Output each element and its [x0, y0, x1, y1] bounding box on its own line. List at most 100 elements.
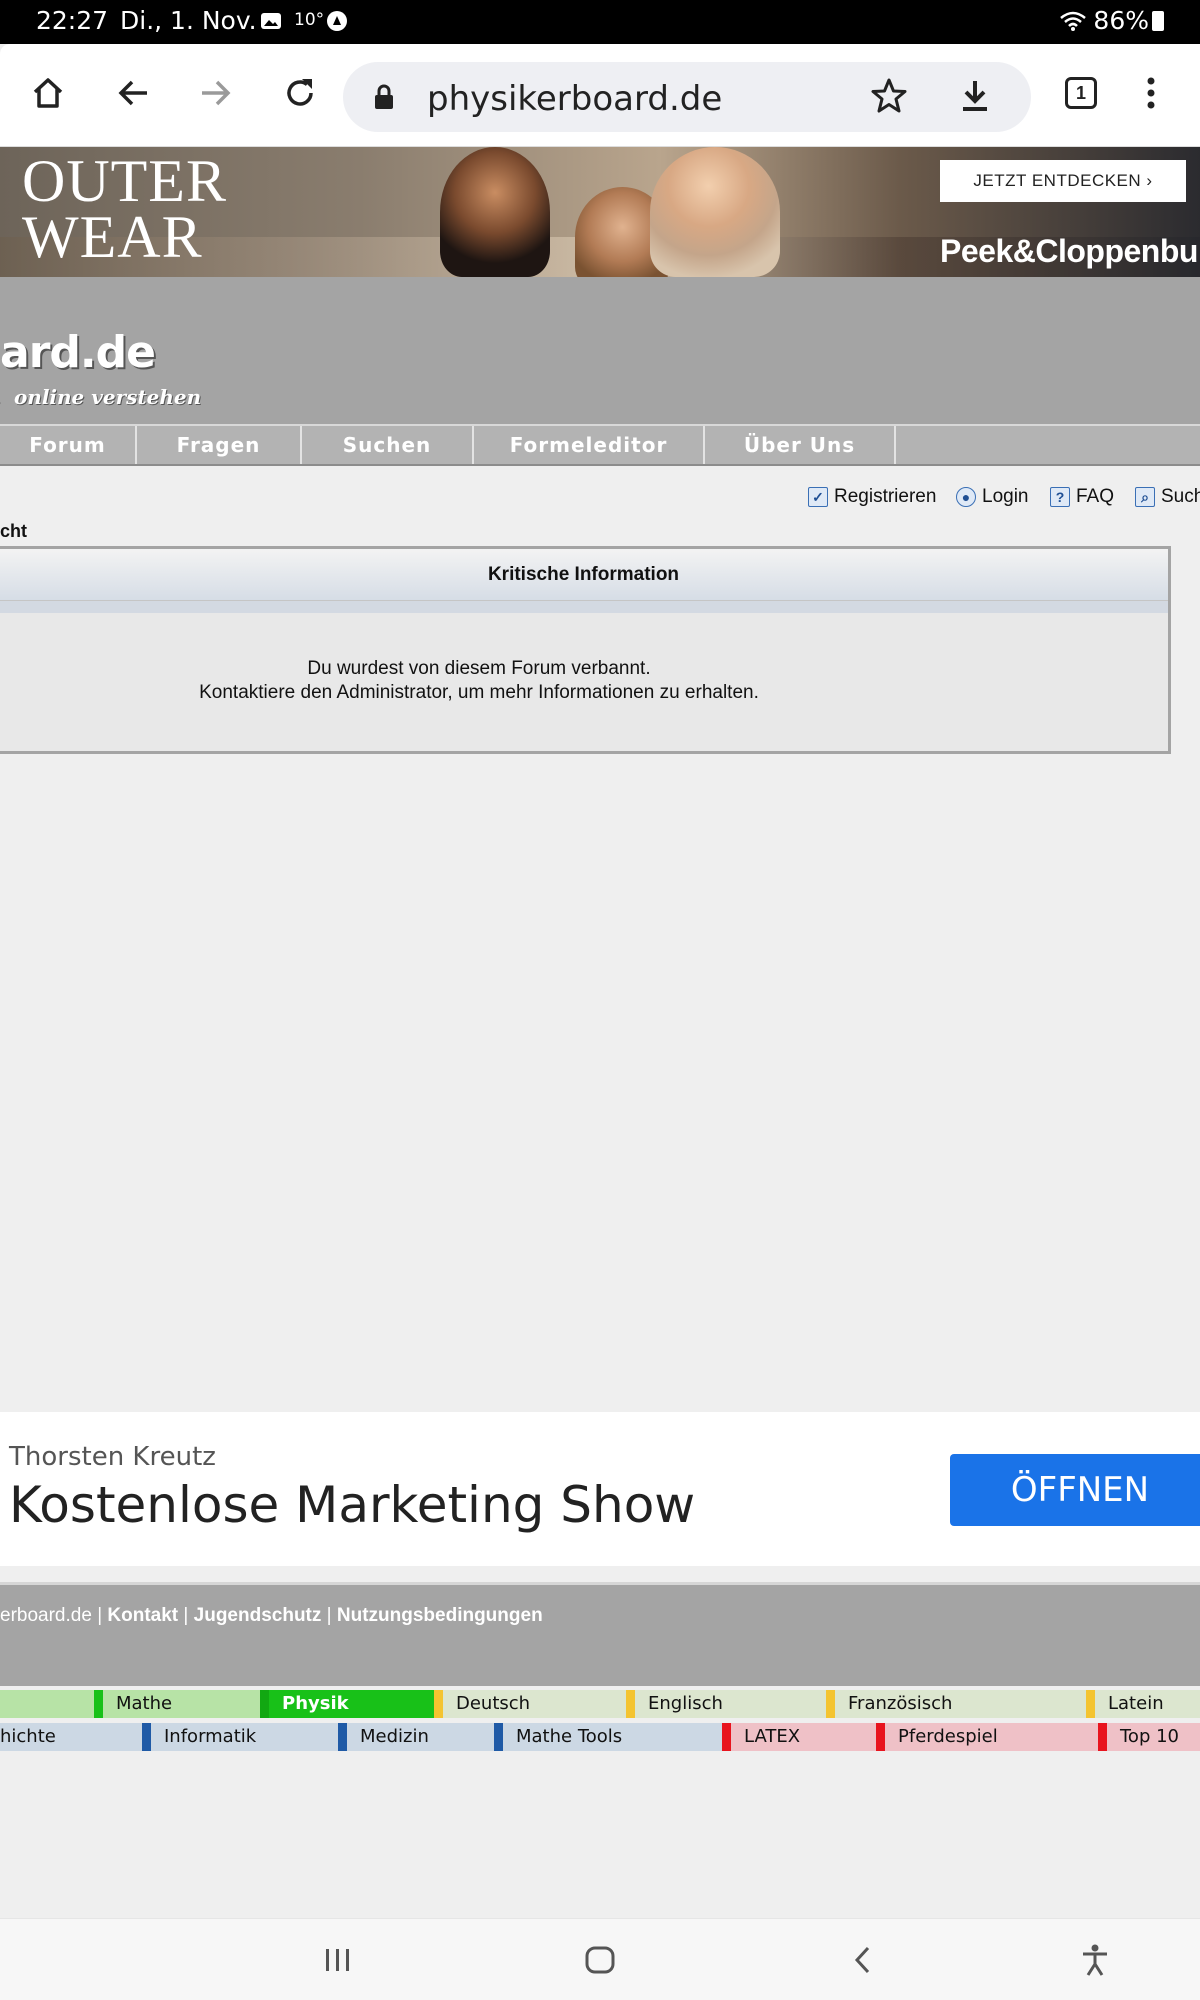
home-nav-icon[interactable]	[575, 1937, 625, 1983]
search-label: Such	[1161, 486, 1200, 507]
battery-percent: 86%	[1093, 6, 1149, 35]
subject-boards: Mathe Physik Deutsch Englisch Französisc…	[0, 1690, 1200, 1752]
ad-banner[interactable]: OUTER WEAR JETZT ENTDECKEN › Peek&Cloppe…	[0, 147, 1200, 277]
footer-jugendschutz-link[interactable]: Jugendschutz	[194, 1605, 322, 1626]
android-nav-bar	[0, 1918, 1200, 2000]
subject-label: Mathe Tools	[516, 1726, 623, 1747]
forward-icon[interactable]	[193, 70, 239, 116]
back-nav-icon[interactable]	[838, 1937, 888, 1983]
subject-label: Mathe	[116, 1693, 173, 1714]
tabs-icon[interactable]: 1	[1058, 70, 1104, 116]
subject-mathe-tools[interactable]: Mathe Tools	[494, 1723, 722, 1751]
panel-title: Kritische Information	[0, 549, 1168, 601]
footer-site-link[interactable]: erboard.de	[0, 1605, 92, 1626]
checkbox-icon: ✓	[808, 487, 828, 507]
subject-partial-row1	[0, 1690, 94, 1718]
address-bar[interactable]: physikerboard.de	[343, 62, 1031, 132]
nav-suchen[interactable]: Suchen	[302, 426, 474, 464]
status-battery: 86%	[1093, 6, 1164, 35]
subject-label: LATEX	[744, 1726, 801, 1747]
footer-separator: |	[183, 1605, 189, 1626]
nav-fragen[interactable]: Fragen	[137, 426, 302, 464]
register-link[interactable]: ✓ Registrieren	[808, 486, 936, 508]
footer-separator: |	[97, 1605, 103, 1626]
subject-top-10[interactable]: Top 10	[1098, 1723, 1200, 1751]
menu-icon[interactable]	[1128, 70, 1174, 116]
subject-color-bar	[494, 1723, 503, 1751]
headline-line-2: WEAR	[22, 204, 203, 270]
register-label: Registrieren	[834, 486, 937, 507]
ban-message: Du wurdest von diesem Forum verbannt.	[307, 658, 651, 679]
footer-separator: |	[326, 1605, 332, 1626]
banner-brand-logo: Peek&Cloppenburg	[940, 233, 1200, 269]
search-link[interactable]: ⌕ Such	[1135, 486, 1200, 508]
footer-kontakt-link[interactable]: Kontakt	[107, 1605, 178, 1626]
login-link[interactable]: ● Login	[956, 486, 1029, 508]
subject-color-bar	[434, 1690, 443, 1718]
recents-icon[interactable]	[313, 1937, 363, 1983]
subject-pferdespiel[interactable]: Pferdespiel	[876, 1723, 1098, 1751]
subject-latex[interactable]: LATEX	[722, 1723, 876, 1751]
status-time: 22:27	[36, 6, 109, 35]
subject-color-bar	[260, 1690, 269, 1718]
subject-label: Medizin	[360, 1726, 429, 1747]
app-ad-banner[interactable]: Thorsten Kreutz Kostenlose Marketing Sho…	[0, 1412, 1200, 1566]
banner-headline: OUTER WEAR	[22, 151, 227, 270]
subject-color-bar	[1098, 1723, 1107, 1751]
subject-color-bar	[722, 1723, 731, 1751]
subject-label: Französisch	[848, 1693, 953, 1714]
subject-latein[interactable]: Latein	[1086, 1690, 1200, 1718]
subject-englisch[interactable]: Englisch	[626, 1690, 826, 1718]
battery-icon	[1152, 11, 1164, 31]
site-logo[interactable]: ard.de	[0, 327, 156, 378]
subject-medizin[interactable]: Medizin	[338, 1723, 494, 1751]
banner-cta-button[interactable]: JETZT ENTDECKEN ›	[940, 160, 1186, 202]
search-icon: ⌕	[1135, 487, 1155, 507]
wifi-icon	[1060, 10, 1086, 32]
subject-label: Latein	[1108, 1693, 1164, 1714]
subject-physik[interactable]: Physik	[260, 1690, 434, 1718]
home-icon[interactable]	[25, 70, 71, 116]
subject-mathe[interactable]: Mathe	[94, 1690, 260, 1718]
site-tagline-text: online verstehen	[13, 385, 202, 409]
browser-toolbar: physikerboard.de 1	[0, 44, 1200, 147]
faq-link[interactable]: ? FAQ	[1050, 486, 1114, 508]
subject-geschichte[interactable]: hichte	[0, 1723, 142, 1751]
footer-nutzungsbedingungen-link[interactable]: Nutzungsbedingungen	[337, 1605, 543, 1626]
url-text[interactable]: physikerboard.de	[427, 79, 722, 119]
faq-label: FAQ	[1076, 486, 1115, 507]
subject-label: Englisch	[648, 1693, 723, 1714]
login-label: Login	[982, 486, 1029, 507]
subject-label: Physik	[282, 1693, 349, 1714]
subject-color-bar	[876, 1723, 885, 1751]
reload-icon[interactable]	[277, 70, 323, 116]
subject-deutsch[interactable]: Deutsch	[434, 1690, 626, 1718]
help-icon: ?	[1050, 487, 1070, 507]
subject-color-bar	[826, 1690, 835, 1718]
subject-label: hichte	[0, 1726, 56, 1747]
download-icon[interactable]	[955, 76, 995, 121]
star-icon[interactable]	[869, 76, 909, 121]
accessibility-icon[interactable]	[1070, 1937, 1120, 1983]
critical-info-panel: Kritische Information Du wurdest von die…	[0, 546, 1171, 754]
panel-message: Du wurdest von diesem Forum verbannt. Ko…	[0, 657, 959, 705]
login-icon: ●	[956, 487, 976, 507]
ad-open-button[interactable]: ÖFFNEN	[950, 1454, 1200, 1526]
subject-color-bar	[94, 1690, 103, 1718]
tab-count: 1	[1065, 77, 1097, 109]
screen: 22:27 Di., 1. Nov. 10° 86% physikerboard…	[0, 0, 1200, 2000]
subject-franzoesisch[interactable]: Französisch	[826, 1690, 1086, 1718]
subject-label: Pferdespiel	[898, 1726, 998, 1747]
subject-informatik[interactable]: Informatik	[142, 1723, 338, 1751]
back-icon[interactable]	[110, 70, 156, 116]
nav-ueber-uns[interactable]: Über Uns	[705, 426, 896, 464]
nav-forum[interactable]: Forum	[0, 426, 137, 464]
contact-admin-message: Kontaktiere den Administrator, um mehr I…	[199, 682, 759, 703]
subject-color-bar	[1086, 1690, 1095, 1718]
nav-formeleditor[interactable]: Formeleditor	[474, 426, 705, 464]
image-icon	[260, 10, 282, 32]
site-header: ard.de . online verstehen	[0, 277, 1200, 424]
subject-label: Deutsch	[456, 1693, 531, 1714]
site-tagline: . online verstehen	[0, 385, 201, 409]
breadcrumb[interactable]: cht	[0, 521, 27, 542]
